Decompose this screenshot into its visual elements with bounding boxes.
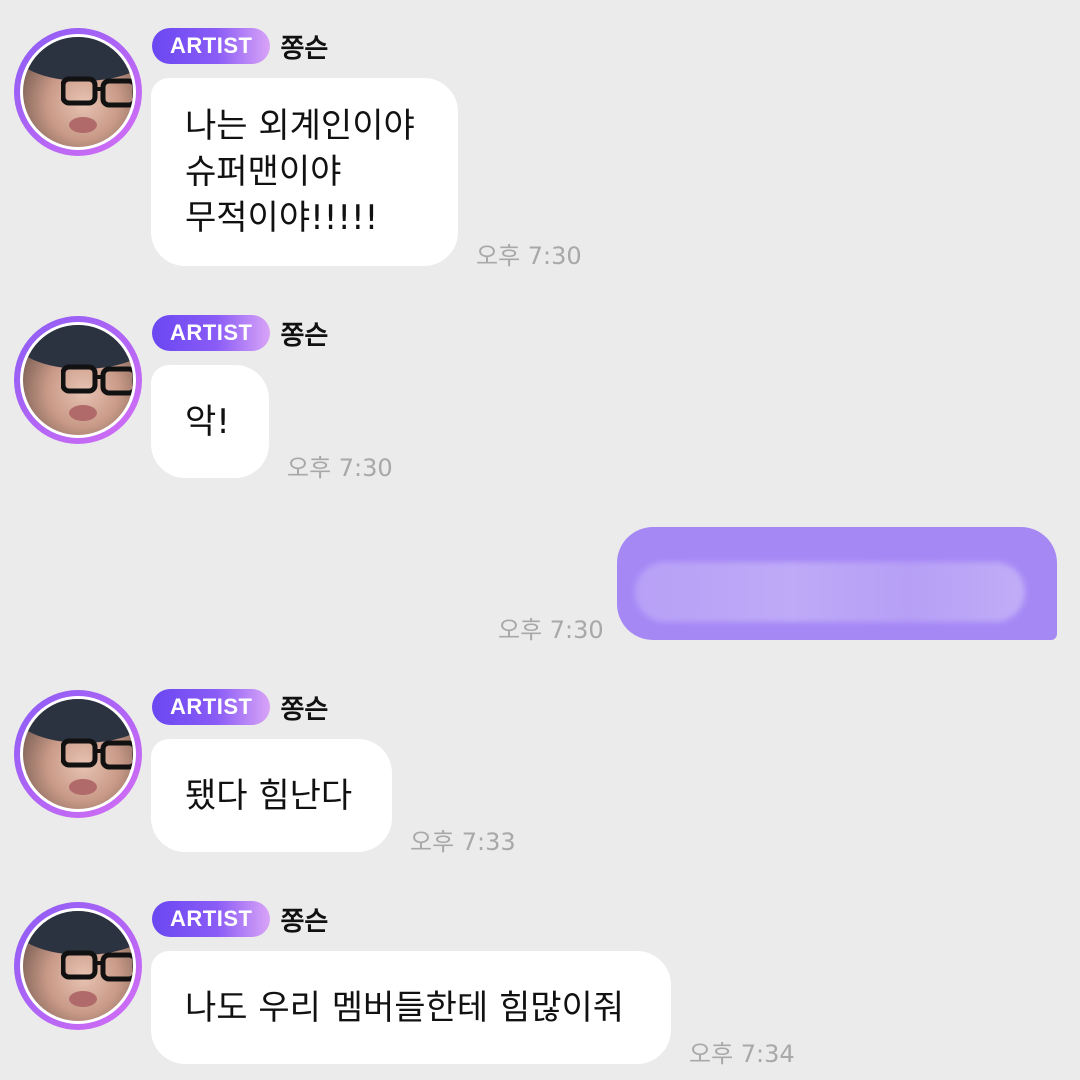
artist-badge: ARTIST (152, 28, 271, 64)
message-text: 악! (185, 401, 230, 442)
avatar-photo (20, 34, 136, 150)
timestamp: 오후 7:33 (410, 828, 516, 856)
avatar-photo (20, 908, 136, 1024)
sender-row: ARTIST 쫑슨 (152, 28, 328, 64)
timestamp: 오후 7:30 (476, 242, 582, 270)
message-bubble[interactable]: 됐다 힘난다 (151, 739, 392, 852)
message-text: 슈퍼맨이야 (185, 152, 342, 192)
message-text: 나도 우리 멤버들한테 힘많이줘 (185, 987, 625, 1028)
artist-badge: ARTIST (152, 689, 271, 725)
sender-row: ARTIST 쫑슨 (152, 901, 328, 937)
avatar-photo (20, 696, 136, 812)
sender-name[interactable]: 쫑슨 (280, 315, 328, 352)
sender-name[interactable]: 쫑슨 (280, 901, 328, 938)
message-bubble[interactable]: 나도 우리 멤버들한테 힘많이줘 (151, 951, 671, 1064)
message-text: 나는 외계인이야 (185, 106, 415, 146)
message-bubble[interactable]: 나는 외계인이야 슈퍼맨이야 무적이야!!!!! (151, 78, 458, 266)
blurred-message-content (635, 562, 1025, 622)
message-bubble[interactable]: 악! (151, 365, 269, 478)
sender-row: ARTIST 쫑슨 (152, 315, 328, 351)
avatar[interactable] (14, 690, 142, 818)
avatar-photo (20, 322, 136, 438)
outgoing-message-bubble[interactable] (617, 527, 1057, 640)
sender-name[interactable]: 쫑슨 (280, 28, 328, 65)
sender-name[interactable]: 쫑슨 (280, 689, 328, 726)
timestamp: 오후 7:30 (498, 616, 604, 644)
avatar[interactable] (14, 28, 142, 156)
artist-badge: ARTIST (152, 901, 271, 937)
avatar[interactable] (14, 902, 142, 1030)
timestamp: 오후 7:30 (287, 454, 393, 482)
message-text: 됐다 힘난다 (185, 775, 353, 816)
artist-badge: ARTIST (152, 315, 271, 351)
avatar[interactable] (14, 316, 142, 444)
message-text: 무적이야!!!!! (185, 198, 379, 238)
sender-row: ARTIST 쫑슨 (152, 689, 328, 725)
timestamp: 오후 7:34 (689, 1040, 795, 1068)
